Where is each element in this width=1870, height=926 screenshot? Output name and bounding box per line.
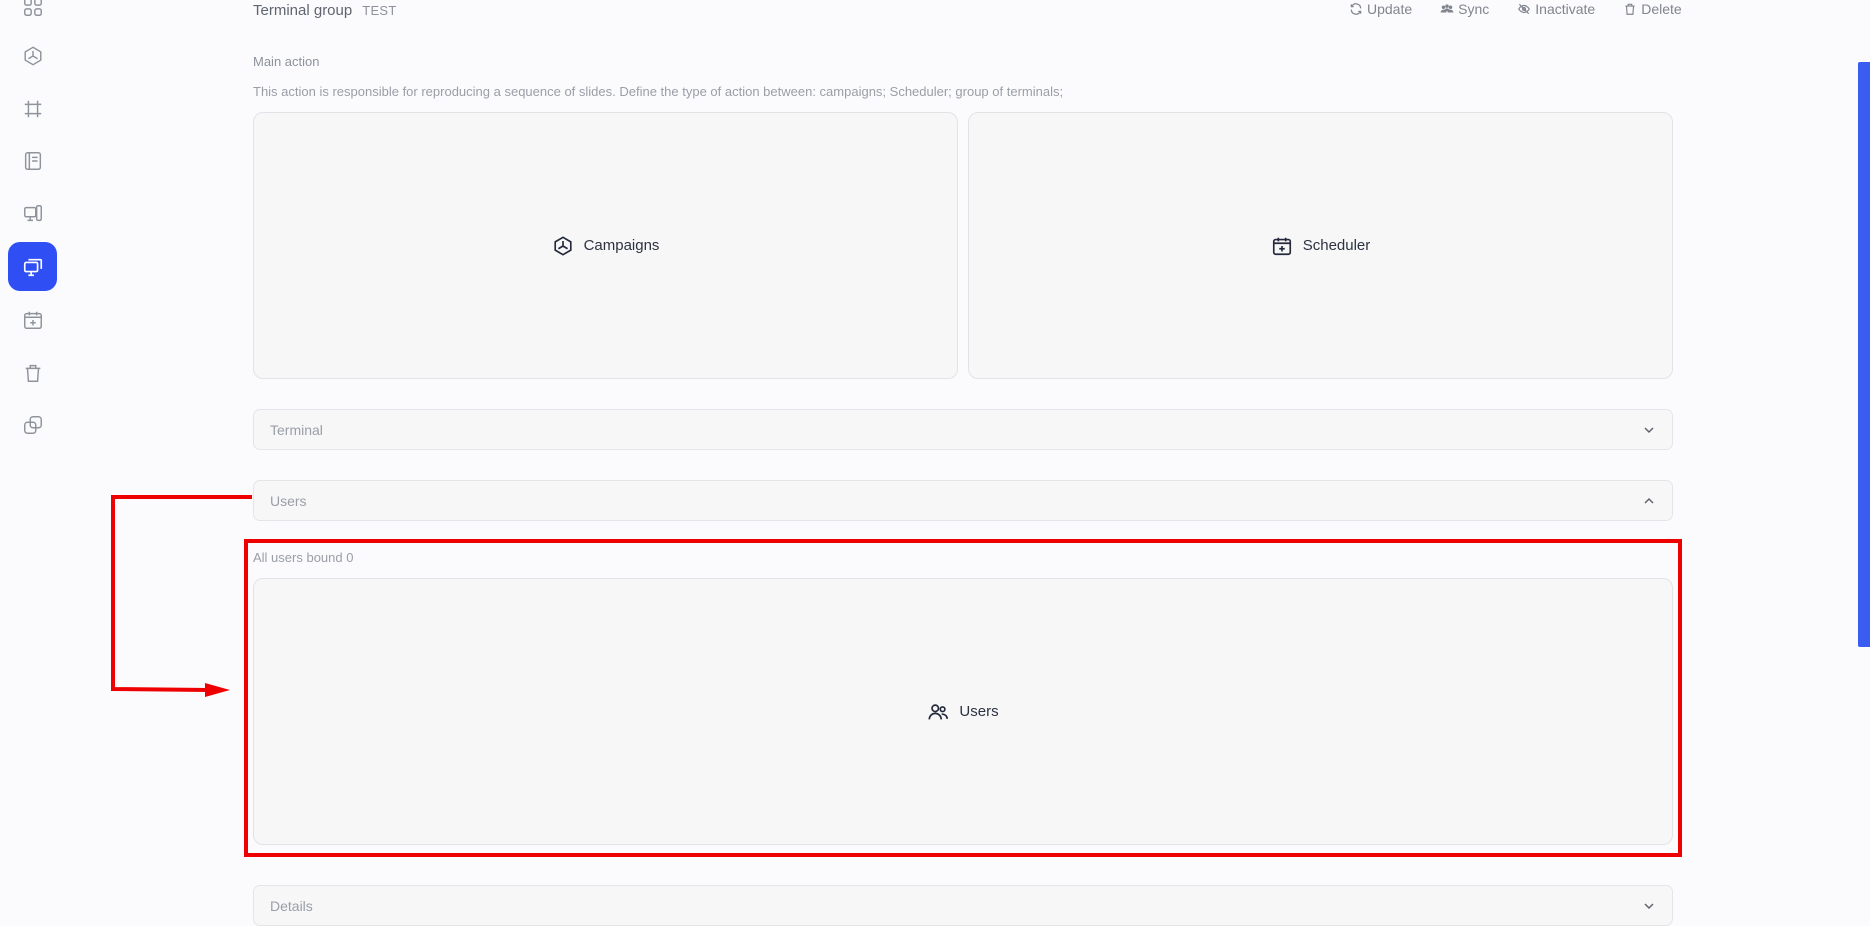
annotation-arrow bbox=[111, 495, 252, 697]
scrollbar-thumb[interactable] bbox=[1858, 62, 1870, 647]
scrollbar[interactable] bbox=[1858, 0, 1870, 921]
